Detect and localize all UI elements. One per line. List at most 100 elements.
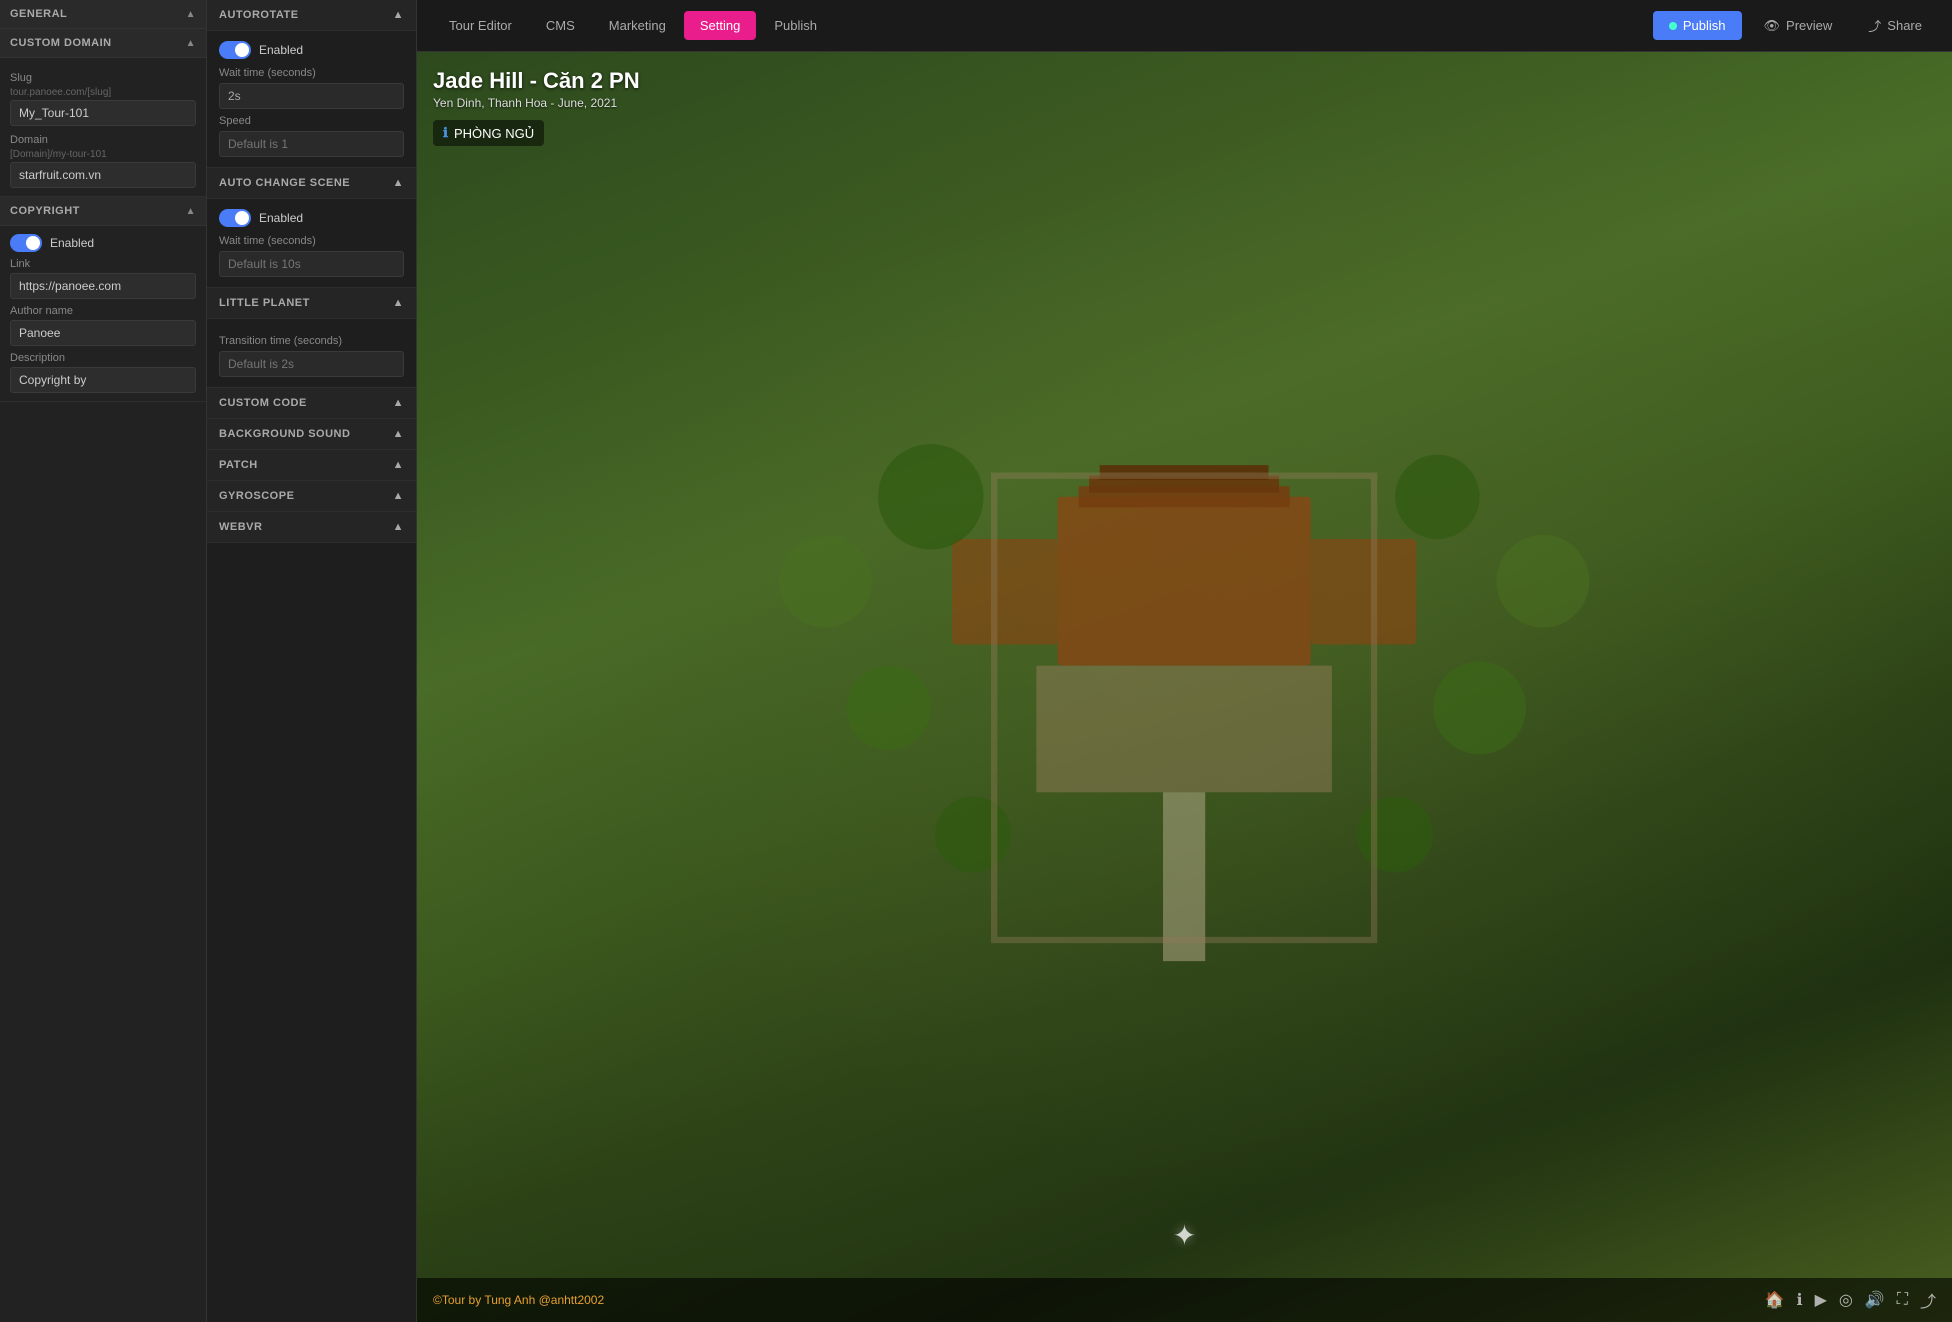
copyright-enabled-row: Enabled (10, 234, 196, 252)
autorotate-chevron-icon: ▲ (393, 9, 404, 21)
play-icon[interactable]: ▶ (1815, 1290, 1827, 1310)
webvr-header[interactable]: WEBVR ▲ (207, 512, 416, 543)
share-label: Share (1887, 18, 1922, 33)
speed-label: Speed (219, 115, 404, 127)
tour-info: Jade Hill - Căn 2 PN Yen Dinh, Thanh Hoa… (433, 68, 640, 146)
custom-domain-header[interactable]: CUSTOM DOMAIN ▲ (0, 29, 206, 58)
general-chevron-icon: ▲ (186, 9, 196, 20)
tour-badge: ℹ PHÒNG NGỦ (433, 120, 544, 146)
auto-change-scene-content: Enabled Wait time (seconds) (207, 199, 416, 288)
auto-change-scene-chevron-icon: ▲ (393, 177, 404, 189)
custom-code-label: CUSTOM CODE (219, 397, 307, 409)
tour-subtitle: Yen Dinh, Thanh Hoa - June, 2021 (433, 96, 640, 110)
transition-time-input[interactable] (219, 351, 404, 377)
webvr-label: WEBVR (219, 521, 262, 533)
tab-setting[interactable]: Setting (684, 11, 756, 40)
patch-chevron-icon: ▲ (393, 459, 404, 471)
publish-dot-icon (1669, 22, 1677, 30)
gyroscope-header[interactable]: GYROSCOPE ▲ (207, 481, 416, 512)
little-planet-header[interactable]: LITTLE PLANET ▲ (207, 288, 416, 319)
info-bottom-icon[interactable]: ℹ (1797, 1290, 1803, 1310)
tour-view: Jade Hill - Căn 2 PN Yen Dinh, Thanh Hoa… (417, 52, 1952, 1322)
domain-input[interactable] (10, 162, 196, 188)
publish-label: Publish (1683, 18, 1726, 33)
autorotate-enabled-row: Enabled (219, 41, 404, 59)
tab-cms[interactable]: CMS (530, 11, 591, 40)
tour-title: Jade Hill - Căn 2 PN (433, 68, 640, 94)
background-sound-header[interactable]: BACKGROUND SOUND ▲ (207, 419, 416, 450)
tab-tour-editor[interactable]: Tour Editor (433, 11, 528, 40)
patch-label: PATCH (219, 459, 258, 471)
tab-marketing[interactable]: Marketing (593, 11, 682, 40)
author-name-input[interactable] (10, 320, 196, 346)
tab-publish[interactable]: Publish (758, 11, 833, 40)
slug-input[interactable] (10, 100, 196, 126)
custom-code-header[interactable]: CUSTOM CODE ▲ (207, 388, 416, 419)
little-planet-chevron-icon: ▲ (393, 297, 404, 309)
auto-change-scene-enabled-label: Enabled (259, 211, 303, 225)
custom-domain-content: Slug tour.panoee.com/[slug] Domain [Doma… (0, 58, 206, 197)
preview-label: Preview (1786, 18, 1832, 33)
general-label: GENERAL (10, 8, 67, 20)
link-label: Link (10, 258, 196, 270)
autorotate-content: Enabled Wait time (seconds) Speed (207, 31, 416, 168)
middle-panel: AUTOROTATE ▲ Enabled Wait time (seconds)… (207, 0, 417, 1322)
autorotate-enabled-toggle[interactable] (219, 41, 251, 59)
temple-svg (762, 274, 1606, 1100)
custom-code-chevron-icon: ▲ (393, 397, 404, 409)
vr-icon[interactable]: ◎ (1839, 1290, 1853, 1310)
auto-change-wait-input[interactable] (219, 251, 404, 277)
fullscreen-icon[interactable]: ⛶ (1897, 1291, 1908, 1309)
wait-time-input[interactable] (219, 83, 404, 109)
bottom-icons: 🏠 ℹ ▶ ◎ 🔊 ⛶ ⤴ (1765, 1288, 1936, 1312)
share-bottom-icon[interactable]: ⤴ (1920, 1288, 1936, 1312)
copyright-section-header[interactable]: COPYRIGHT ▲ (0, 197, 206, 226)
description-label: Description (10, 352, 196, 364)
publish-button[interactable]: Publish (1653, 11, 1742, 40)
panoee-logo: ✦ (1173, 1219, 1196, 1252)
bottom-bar: ©Tour by Tung Anh @anhtt2002 🏠 ℹ ▶ ◎ 🔊 ⛶… (417, 1278, 1952, 1322)
auto-change-wait-label: Wait time (seconds) (219, 235, 404, 247)
nav-actions: Publish 👁 Preview ⤴ Share (1653, 9, 1936, 42)
custom-domain-label: CUSTOM DOMAIN (10, 37, 112, 49)
link-input[interactable] (10, 273, 196, 299)
auto-change-scene-enabled-toggle[interactable] (219, 209, 251, 227)
copyright-enabled-label: Enabled (50, 236, 94, 250)
copyright-content: Enabled Link Author name Description (0, 226, 206, 402)
main-content: Tour Editor CMS Marketing Setting Publis… (417, 0, 1952, 1322)
left-panel: GENERAL ▲ CUSTOM DOMAIN ▲ Slug tour.pano… (0, 0, 207, 1322)
auto-change-scene-label: AUTO CHANGE SCENE (219, 177, 350, 189)
copyright-chevron-icon: ▲ (186, 206, 196, 217)
description-input[interactable] (10, 367, 196, 393)
author-link[interactable]: Tung Anh @anhtt2002 (484, 1293, 604, 1307)
share-icon: ⤴ (1868, 16, 1881, 35)
sound-icon[interactable]: 🔊 (1865, 1290, 1885, 1310)
nav-tabs: Tour Editor CMS Marketing Setting Publis… (433, 11, 833, 40)
gyroscope-chevron-icon: ▲ (393, 490, 404, 502)
general-section-header[interactable]: GENERAL ▲ (0, 0, 206, 29)
home-icon[interactable]: 🏠 (1765, 1290, 1785, 1310)
auto-change-scene-header[interactable]: AUTO CHANGE SCENE ▲ (207, 168, 416, 199)
wait-time-label: Wait time (seconds) (219, 67, 404, 79)
info-icon: ℹ (443, 125, 448, 141)
speed-input[interactable] (219, 131, 404, 157)
tour-badge-label: PHÒNG NGỦ (454, 126, 534, 141)
author-name-label: Author name (10, 305, 196, 317)
autorotate-enabled-label: Enabled (259, 43, 303, 57)
domain-label: Domain (10, 134, 196, 146)
share-button[interactable]: ⤴ Share (1854, 9, 1936, 42)
copyright-text: ©Tour by (433, 1293, 481, 1307)
background-sound-label: BACKGROUND SOUND (219, 428, 350, 440)
auto-change-scene-enabled-row: Enabled (219, 209, 404, 227)
gyroscope-label: GYROSCOPE (219, 490, 294, 502)
tour-background: Jade Hill - Căn 2 PN Yen Dinh, Thanh Hoa… (417, 52, 1952, 1322)
copyright-enabled-toggle[interactable] (10, 234, 42, 252)
background-sound-chevron-icon: ▲ (393, 428, 404, 440)
preview-icon: 👁 (1764, 18, 1781, 34)
patch-header[interactable]: PATCH ▲ (207, 450, 416, 481)
preview-button[interactable]: 👁 Preview (1750, 11, 1847, 41)
webvr-chevron-icon: ▲ (393, 521, 404, 533)
little-planet-label: LITTLE PLANET (219, 297, 310, 309)
panoee-star-icon: ✦ (1173, 1219, 1196, 1252)
autorotate-header[interactable]: AUTOROTATE ▲ (207, 0, 416, 31)
